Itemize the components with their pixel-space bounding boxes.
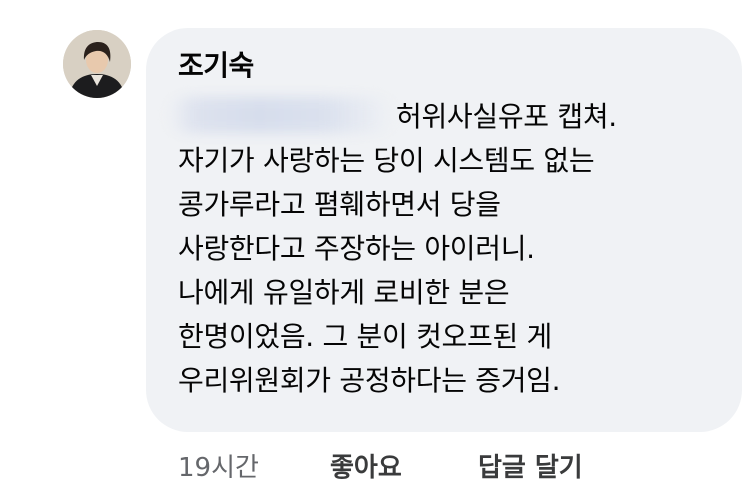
comment-text-line: 한명이었음. 그 분이 컷오프된 게	[178, 320, 552, 353]
comment-text-line: 사랑한다고 주장하는 아이러니.	[178, 232, 535, 265]
redacted-text	[168, 97, 394, 133]
comment-text-line: 나에게 유일하게 로비한 분은	[178, 276, 510, 309]
avatar-photo	[63, 30, 131, 98]
reply-button[interactable]: 답글 달기	[478, 448, 583, 488]
comment-text-line: 콩가루라고 폄훼하면서 당을	[178, 188, 501, 221]
comment-text-line: 자기가 사랑하는 당이 시스템도 없는	[178, 144, 595, 177]
comment-text-line: 우리위원회가 공정하다는 증거임.	[178, 364, 561, 397]
comment-timestamp[interactable]: 19시간	[178, 448, 259, 488]
like-button[interactable]: 좋아요	[330, 448, 402, 488]
author-avatar[interactable]	[63, 30, 131, 98]
comment-author[interactable]: 조기숙	[178, 42, 254, 90]
comment-text-line: 허위사실유포 캡쳐.	[396, 100, 617, 133]
